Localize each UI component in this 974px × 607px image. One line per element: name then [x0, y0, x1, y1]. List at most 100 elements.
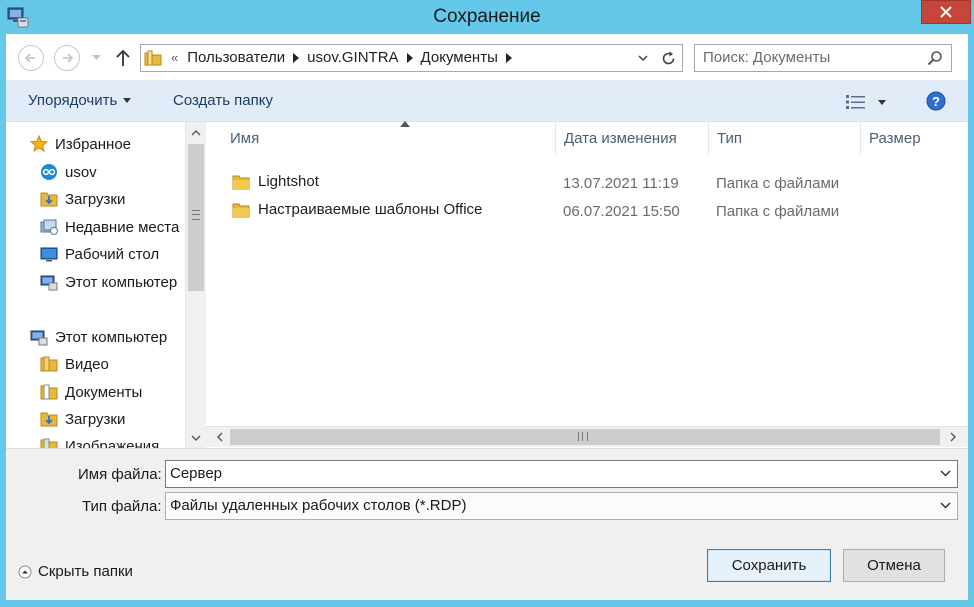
help-icon[interactable]: ?: [926, 91, 946, 111]
recent-locations-dropdown-icon[interactable]: [92, 55, 101, 61]
organize-menu-button[interactable]: Упорядочить: [28, 92, 132, 109]
breadcrumb-user-folder[interactable]: usov.GINTRA: [307, 49, 398, 66]
recent-places-icon: [40, 219, 58, 235]
nav-item-this-pc-favorite[interactable]: Этот компьютер: [40, 270, 177, 294]
hide-folders-label: Скрыть папки: [38, 563, 133, 580]
dialog-client-area: « Пользователи usov.GINTRA Документы Пои…: [6, 34, 968, 600]
downloads-folder-icon: [40, 192, 58, 207]
svg-text:?: ?: [932, 94, 940, 109]
search-input[interactable]: [703, 49, 913, 66]
navigation-pane: Избранное usov Загрузки Недавние места Р…: [6, 122, 206, 448]
nav-item-documents[interactable]: Документы: [40, 380, 142, 404]
user-cloud-icon: [41, 164, 57, 180]
window-title: Сохранение: [433, 6, 541, 27]
scroll-left-button[interactable]: [209, 427, 229, 447]
chevron-right-icon: [950, 432, 956, 442]
star-icon: [30, 135, 48, 153]
chevron-down-icon: [191, 435, 201, 441]
save-button[interactable]: Сохранить: [707, 549, 831, 582]
scroll-grip: [192, 210, 200, 220]
file-name: Lightshot: [232, 173, 319, 190]
breadcrumb-separator-icon[interactable]: [293, 52, 300, 63]
scroll-thumb[interactable]: [188, 144, 204, 291]
column-header-name[interactable]: Имя: [222, 121, 556, 154]
nav-item-pictures[interactable]: Изображения: [40, 434, 159, 448]
breadcrumb-documents[interactable]: Документы: [421, 49, 498, 66]
nav-item-desktop[interactable]: Рабочий стол: [40, 242, 159, 266]
nav-item-label: Этот компьютер: [65, 273, 178, 291]
nav-item-usov[interactable]: usov: [40, 160, 97, 184]
nav-item-label: Недавние места: [65, 218, 180, 236]
view-options-dropdown-icon[interactable]: [878, 100, 886, 105]
folder-icon: [232, 175, 250, 189]
cancel-button[interactable]: Отмена: [843, 549, 945, 582]
file-name-label: Lightshot: [258, 173, 319, 190]
chevron-down-icon[interactable]: [940, 502, 951, 509]
file-list: Имя Дата изменения Тип Размер Lightshot …: [206, 121, 968, 448]
breadcrumb-users[interactable]: Пользователи: [187, 49, 285, 66]
address-history-dropdown-icon[interactable]: [638, 55, 648, 62]
downloads-folder-icon: [40, 412, 58, 427]
scroll-right-button[interactable]: [943, 427, 963, 447]
breadcrumb-overflow[interactable]: «: [171, 50, 178, 65]
column-header-size[interactable]: Размер: [861, 122, 968, 154]
back-button[interactable]: [18, 45, 44, 71]
folder-location-icon: [144, 50, 162, 66]
nav-item-label: Видео: [65, 355, 109, 373]
navigation-bar: « Пользователи usov.GINTRA Документы: [6, 34, 968, 80]
nav-this-pc[interactable]: Этот компьютер: [30, 325, 167, 349]
column-header-date[interactable]: Дата изменения: [556, 122, 709, 154]
nav-item-label: Рабочий стол: [65, 245, 160, 263]
folder-icon: [232, 203, 250, 217]
nav-item-videos[interactable]: Видео: [40, 352, 109, 376]
arrow-up-icon[interactable]: [114, 48, 132, 68]
search-box[interactable]: [694, 44, 952, 72]
breadcrumb-separator-icon[interactable]: [505, 52, 512, 63]
details-view-icon[interactable]: [845, 93, 867, 111]
arrow-right-icon: [63, 53, 74, 63]
nav-favorites[interactable]: Избранное: [30, 132, 131, 156]
file-list-horizontal-scrollbar[interactable]: [206, 426, 968, 447]
column-headers: Имя Дата изменения Тип Размер: [206, 121, 968, 154]
chevron-down-icon: [123, 98, 132, 103]
nav-item-downloads-pc[interactable]: Загрузки: [40, 407, 125, 431]
nav-this-pc-label: Этот компьютер: [55, 328, 168, 346]
pictures-folder-icon: [40, 438, 58, 448]
save-form: Имя файла: Тип файла: Файлы удаленных ра…: [6, 448, 968, 600]
computer-icon: [40, 275, 58, 291]
nav-item-recent-places[interactable]: Недавние места: [40, 215, 179, 239]
address-bar[interactable]: « Пользователи usov.GINTRA Документы: [140, 44, 683, 72]
search-icon[interactable]: [927, 50, 943, 66]
filename-combobox[interactable]: [165, 460, 958, 488]
file-name: Настраиваемые шаблоны Office: [232, 201, 482, 218]
title-bar: Сохранение: [0, 0, 974, 34]
refresh-icon[interactable]: [660, 50, 677, 67]
collapse-up-icon: [18, 565, 32, 578]
chevron-down-icon[interactable]: [940, 470, 951, 477]
file-row[interactable]: Настраиваемые шаблоны Office 06.07.2021 …: [206, 197, 968, 223]
filetype-select[interactable]: Файлы удаленных рабочих столов (*.RDP): [165, 492, 958, 520]
chevron-left-icon: [216, 432, 222, 442]
new-folder-button[interactable]: Создать папку: [173, 92, 273, 109]
arrow-left-icon: [24, 53, 35, 63]
breadcrumb-separator-icon[interactable]: [406, 52, 413, 63]
scroll-down-button[interactable]: [186, 428, 206, 448]
filetype-label: Тип файла:: [82, 498, 162, 515]
nav-pane-vertical-scrollbar[interactable]: [185, 122, 206, 448]
nav-item-label: Загрузки: [65, 410, 126, 428]
forward-button[interactable]: [54, 45, 80, 71]
videos-folder-icon: [40, 356, 58, 372]
file-name-label: Настраиваемые шаблоны Office: [258, 201, 483, 218]
breadcrumb: « Пользователи usov.GINTRA Документы: [171, 49, 520, 66]
command-toolbar: Упорядочить Создать папку ?: [6, 80, 968, 122]
close-icon: [940, 6, 952, 18]
filename-input[interactable]: [170, 465, 930, 482]
nav-item-downloads[interactable]: Загрузки: [40, 187, 125, 211]
file-row[interactable]: Lightshot 13.07.2021 11:19 Папка с файла…: [206, 169, 968, 195]
close-button[interactable]: [921, 0, 971, 24]
nav-item-label: Изображения: [65, 437, 160, 449]
scroll-thumb[interactable]: [230, 429, 940, 445]
scroll-up-button[interactable]: [186, 122, 206, 142]
column-header-type[interactable]: Тип: [709, 122, 861, 154]
hide-folders-toggle[interactable]: Скрыть папки: [18, 563, 133, 580]
